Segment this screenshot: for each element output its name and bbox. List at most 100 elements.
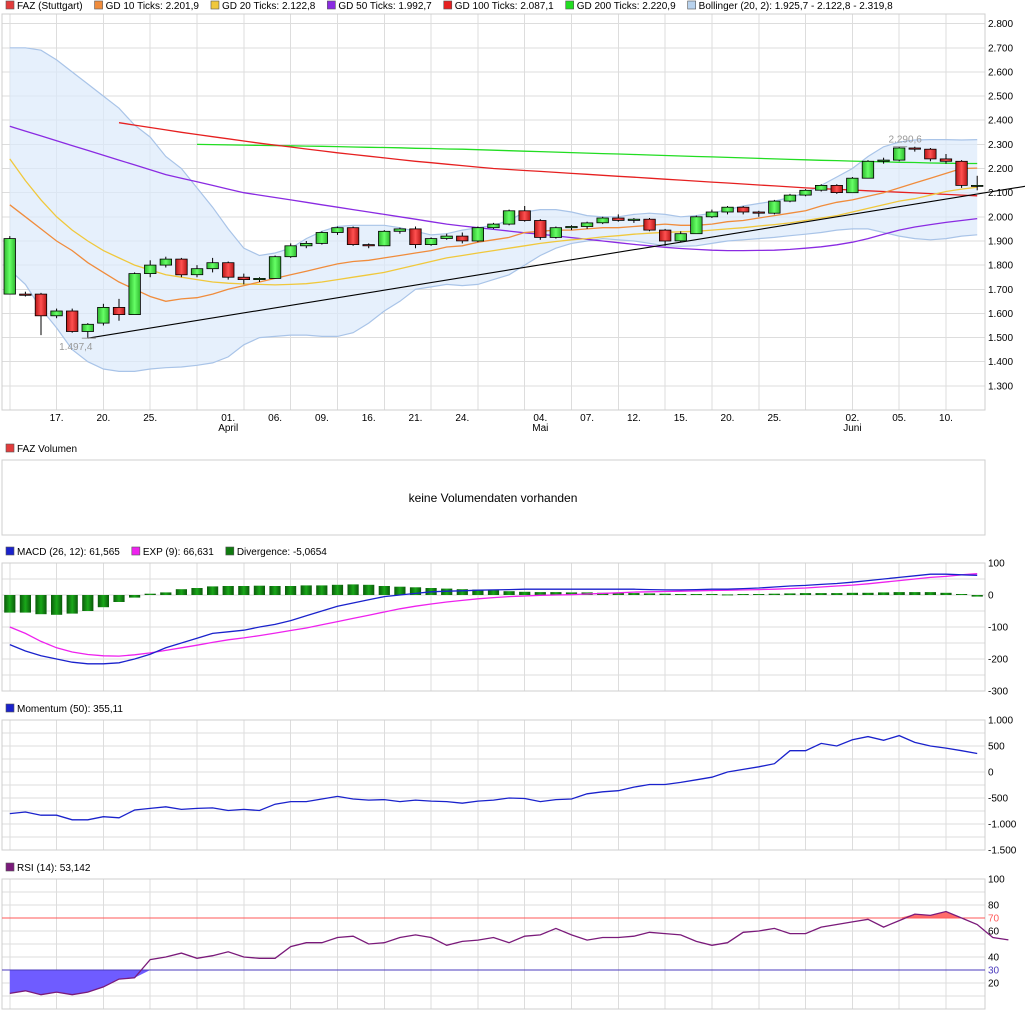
divergence-bar <box>503 591 515 595</box>
volume-panel: FAZ Volumen keine Volumendaten vorhanden <box>1 443 986 536</box>
candle-up <box>502 210 516 225</box>
divergence-bar <box>643 593 656 595</box>
candle-down <box>34 293 48 317</box>
chart-stage: FAZ (Stuttgart) GD 10 Ticks: 2.201,9 GD 20… <box>1 0 1025 1010</box>
divergence-bar <box>737 594 749 595</box>
gd200-line <box>196 143 978 165</box>
candle-up <box>144 264 157 275</box>
legend-label: Momentum (50): 355,11 <box>17 704 123 715</box>
divergence-bar <box>19 595 31 613</box>
candle-up <box>768 200 781 214</box>
legend-label: GD 20 Ticks: 2.122,8 <box>222 1 316 12</box>
y-tick-label: 1.300 <box>988 381 1013 392</box>
x-tick-label: 17. <box>50 413 64 424</box>
divergence-bar <box>519 591 531 595</box>
legend-label: RSI (14): 53,142 <box>17 863 91 874</box>
rsi-panel: RSI (14): 53,142 20 30 40 60 70 80 100 <box>1 862 1009 1010</box>
legend-label: GD 200 Ticks: 2.220,9 <box>577 1 676 12</box>
candle-up <box>580 222 594 227</box>
candle-up <box>424 238 438 246</box>
candle-down <box>737 206 750 213</box>
legend-swatch <box>225 546 235 556</box>
candle-down <box>612 217 625 221</box>
legend-swatch <box>327 0 336 10</box>
x-month-label: Mai <box>532 423 548 434</box>
candle-down <box>908 147 921 150</box>
candle-up <box>378 230 391 247</box>
y-tick-label: 2.000 <box>988 212 1013 223</box>
y-tick-label: 1.000 <box>988 716 1013 727</box>
macd-line <box>9 573 978 665</box>
y-tick-label: 70 <box>988 914 1000 925</box>
rsi-grid <box>2 878 985 1009</box>
divergence-bar <box>175 589 187 595</box>
y-tick-label: 40 <box>988 953 1000 964</box>
y-tick-label: 0 <box>988 768 994 779</box>
rsi-legend: RSI (14): 53,142 <box>5 862 91 874</box>
y-tick-label: 80 <box>988 901 1000 912</box>
candle-down <box>534 220 547 238</box>
divergence-bar <box>285 586 297 595</box>
rsi-line <box>9 910 1009 996</box>
legend-swatch <box>443 0 453 10</box>
x-month-label: April <box>218 423 238 434</box>
candle-up <box>253 277 266 280</box>
candle-up <box>393 228 407 232</box>
legend-label: GD 10 Ticks: 2.201,9 <box>106 1 200 12</box>
divergence-bar <box>144 593 156 595</box>
volume-legend: FAZ Volumen <box>5 443 77 455</box>
divergence-bar <box>253 585 265 595</box>
candle-up <box>596 217 609 224</box>
y-tick-label: 2.800 <box>988 19 1013 30</box>
candle-up <box>50 310 63 317</box>
divergence-bar <box>97 595 109 608</box>
candle-up <box>284 245 297 258</box>
x-tick-label: 15. <box>674 413 688 424</box>
divergence-bar <box>893 592 905 595</box>
candle-up <box>315 232 329 244</box>
y-tick-label: 1.800 <box>988 261 1013 272</box>
divergence-bar <box>909 592 921 595</box>
divergence-bar <box>35 595 47 615</box>
divergence-bar <box>238 586 250 595</box>
candle-down <box>924 148 937 160</box>
divergence-bar <box>191 588 203 595</box>
x-month-label: Juni <box>843 423 861 434</box>
legend-label: FAZ Volumen <box>17 444 77 455</box>
divergence-bar <box>971 595 983 597</box>
legend-swatch <box>5 0 15 10</box>
x-tick-label: 20. <box>721 413 735 424</box>
x-tick-label: 20. <box>96 413 110 424</box>
y-tick-label: 2.700 <box>988 43 1013 54</box>
legend-swatch <box>5 862 15 872</box>
divergence-bar <box>82 595 94 611</box>
y-tick-label: 2.400 <box>988 116 1013 127</box>
y-tick-label: 1.900 <box>988 237 1013 248</box>
divergence-bar <box>207 586 219 595</box>
rsi-overbought-fill <box>9 911 1009 918</box>
y-tick-label: -1.000 <box>988 820 1017 831</box>
y-tick-label: 1.500 <box>988 333 1013 344</box>
candle-up <box>893 147 906 161</box>
candle-down <box>409 228 422 245</box>
macd-legend: MACD (26, 12): 61,565 EXP (9): 66,631 Dive… <box>5 546 327 558</box>
macd-grid <box>2 562 985 692</box>
y-tick-label: -200 <box>988 655 1008 666</box>
divergence-bar <box>269 586 281 595</box>
y-tick-label: -100 <box>988 623 1008 634</box>
candle-down <box>752 211 765 214</box>
divergence-bar <box>4 595 16 613</box>
rsi-y-axis: 20 30 40 60 70 80 100 <box>988 875 1005 990</box>
y-tick-label: 2.100 <box>988 188 1013 199</box>
candle-up <box>783 194 797 202</box>
divergence-bar <box>799 593 812 595</box>
candle-down <box>175 258 188 276</box>
divergence-bar <box>331 584 344 595</box>
y-tick-label: 2.500 <box>988 92 1013 103</box>
candle-up <box>549 227 562 238</box>
candle-up <box>799 189 812 196</box>
divergence-bar <box>378 586 390 595</box>
x-tick-label: 07. <box>580 413 594 424</box>
price-x-axis: 17. 20. 25. 01.April06. 09. 16. 21. 24. 04.Mai07… <box>50 413 953 434</box>
candle-up <box>815 184 828 191</box>
